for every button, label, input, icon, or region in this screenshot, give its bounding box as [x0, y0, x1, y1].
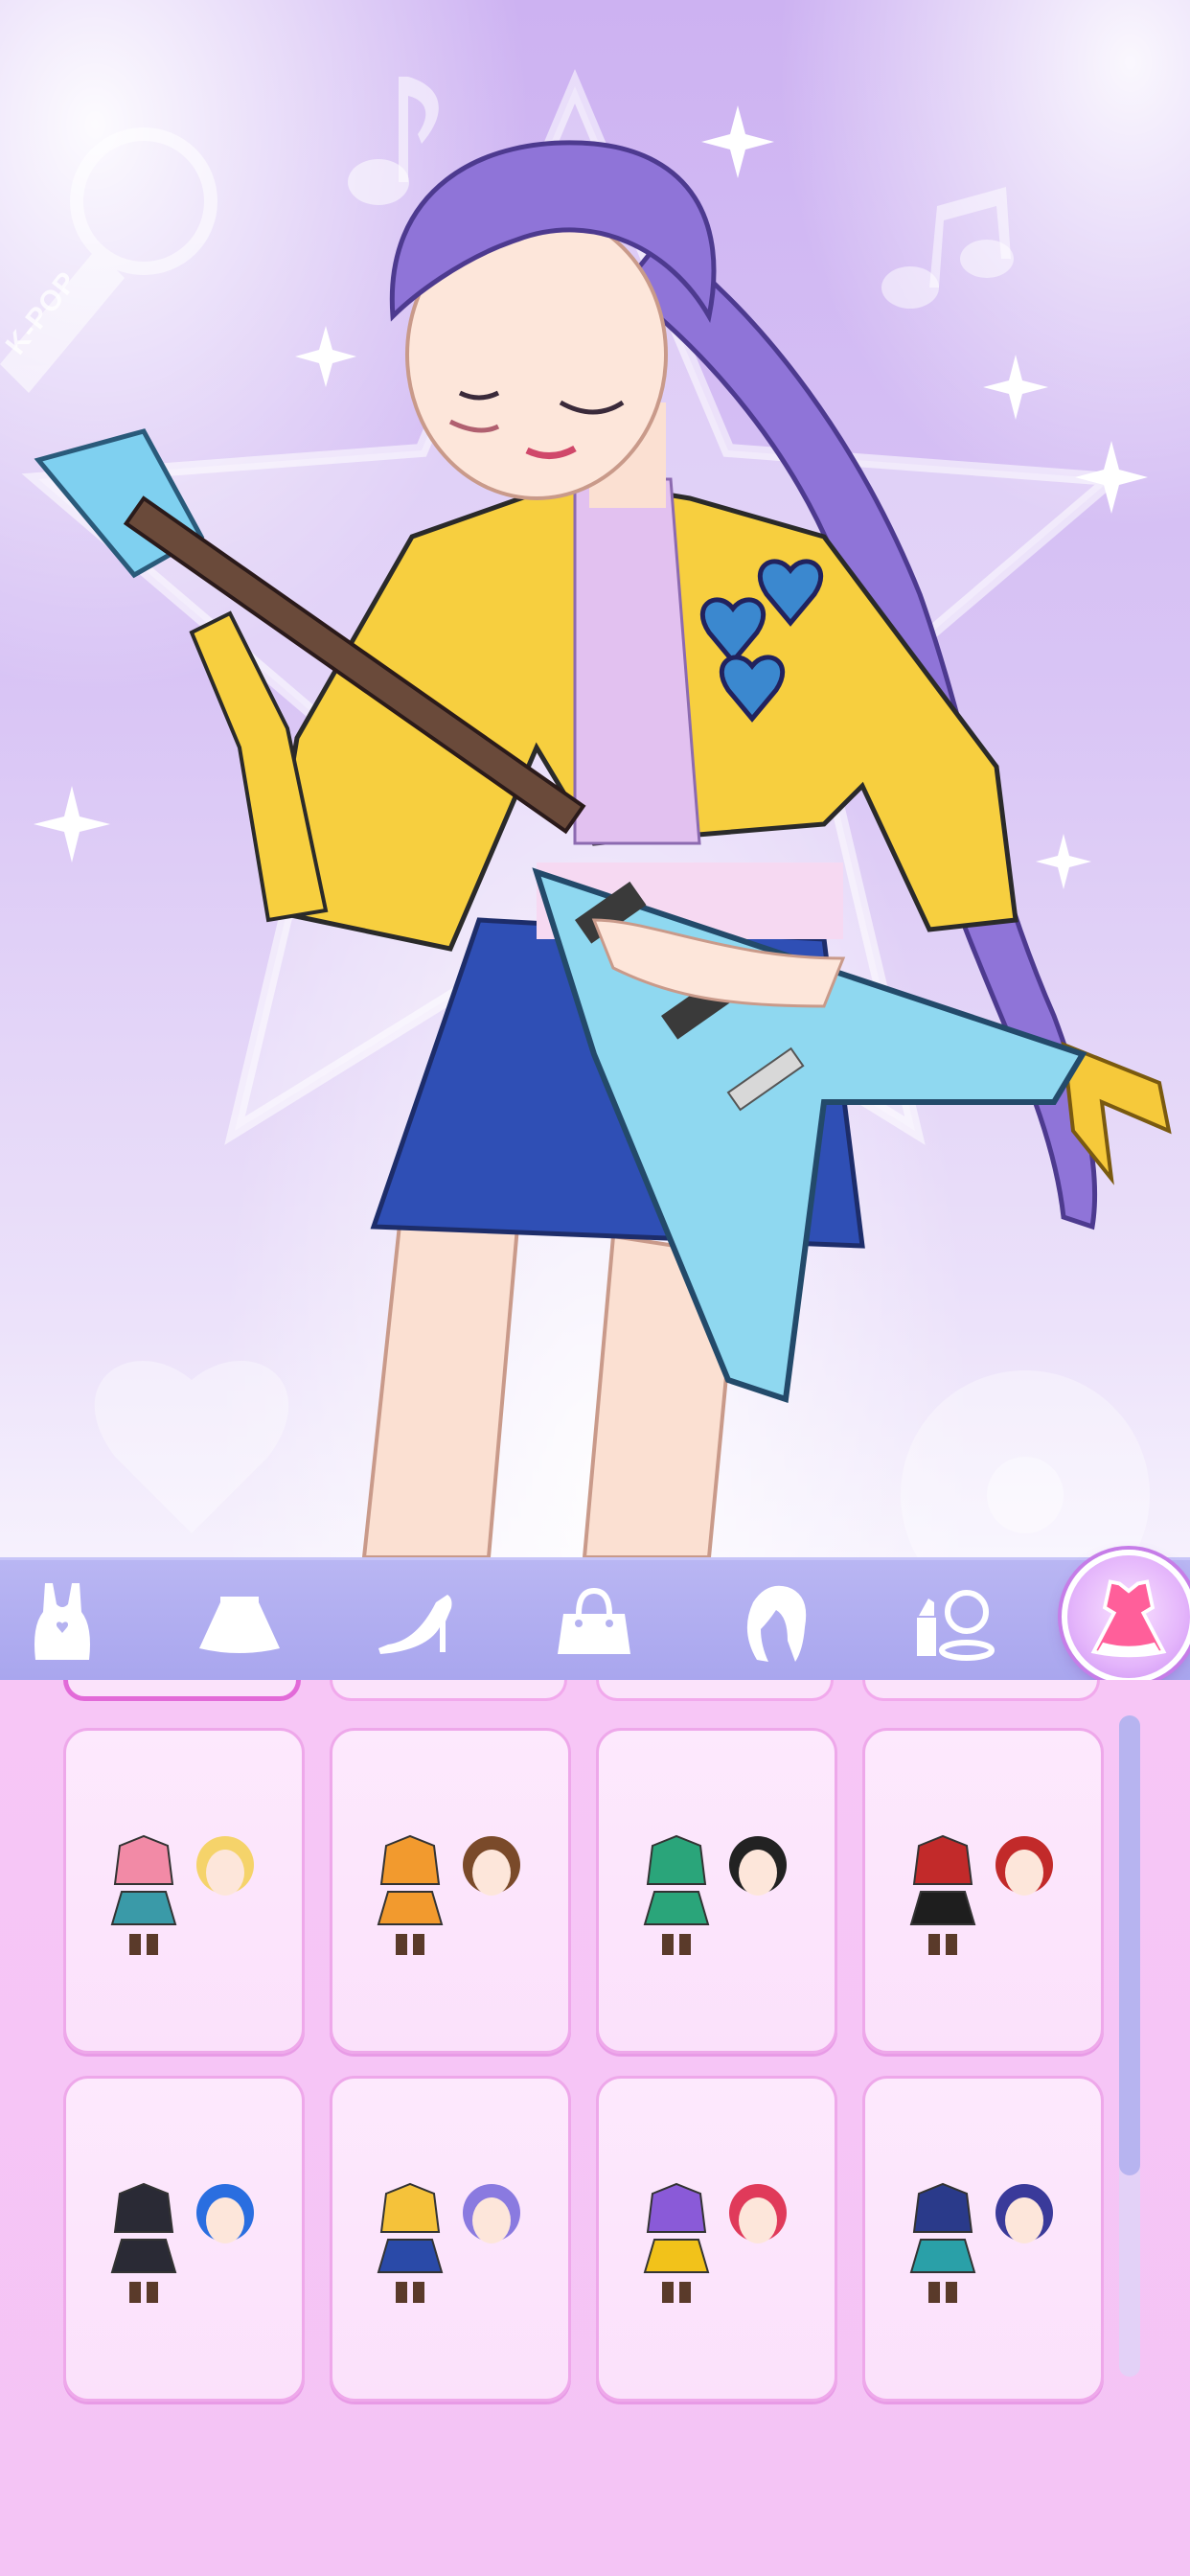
music-note-icon [348, 77, 439, 205]
dress-up-scene: K-POP [0, 0, 1190, 1557]
lipstick-mirror-icon [917, 1590, 995, 1661]
outfit-card[interactable] [862, 2076, 1104, 2402]
outfit-card[interactable] [596, 1728, 837, 2054]
tab-tops[interactable] [10, 1574, 115, 1669]
outfit-card-partial[interactable] [596, 1680, 834, 1701]
tab-shoes[interactable] [364, 1574, 469, 1669]
heart-decoration [94, 1360, 289, 1533]
outfit-yellow-jacket-denim-purple-hair-thumbnail [377, 2182, 520, 2303]
tab-bags[interactable] [541, 1574, 647, 1669]
tab-outfits-selected[interactable] [1062, 1550, 1190, 1684]
skirt-icon [199, 1597, 280, 1653]
outfit-card-partial[interactable] [862, 1680, 1100, 1701]
dress-icon [1090, 1579, 1167, 1658]
outfit-card-selected-partial[interactable] [63, 1680, 301, 1701]
tab-hair[interactable] [723, 1574, 829, 1669]
tab-makeup[interactable] [901, 1574, 1006, 1669]
outfit-orange-qipao-brown-hair-thumbnail [377, 1834, 520, 1955]
microphone-decoration [0, 127, 217, 393]
outfit-purple-tee-yellow-skirt-red-hair-thumbnail [643, 2182, 787, 2303]
outfit-pink-jacket-teal-skirt-blonde-thumbnail [110, 1834, 254, 1955]
tank-top-icon [34, 1583, 90, 1660]
outfit-red-black-gothic-corset-thumbnail [909, 1834, 1053, 1955]
outfit-card[interactable] [862, 1728, 1104, 2054]
outfit-card[interactable] [330, 2076, 571, 2402]
music-note-icon [881, 187, 1014, 309]
scrollbar-thumb[interactable] [1119, 1715, 1140, 2175]
category-tab-bar [0, 1557, 1190, 1680]
outfit-card[interactable] [330, 1728, 571, 2054]
hair-icon [746, 1585, 807, 1662]
handbag-icon [558, 1587, 630, 1654]
outfit-card[interactable] [596, 2076, 837, 2402]
outfit-navy-cap-teal-dress-thumbnail [909, 2182, 1053, 2303]
outfit-selection-panel [0, 1680, 1190, 2576]
outfit-black-crop-cat-ears-blue-hair-thumbnail [110, 2182, 254, 2303]
outfit-card[interactable] [63, 1728, 305, 2054]
outfit-card[interactable] [63, 2076, 305, 2402]
outfit-card-partial[interactable] [330, 1680, 567, 1701]
tab-skirts[interactable] [187, 1574, 292, 1669]
scene-background [0, 68, 1172, 1557]
outfit-green-tracksuit-skull-tee-thumbnail [643, 1834, 787, 1955]
high-heel-icon [378, 1595, 452, 1654]
